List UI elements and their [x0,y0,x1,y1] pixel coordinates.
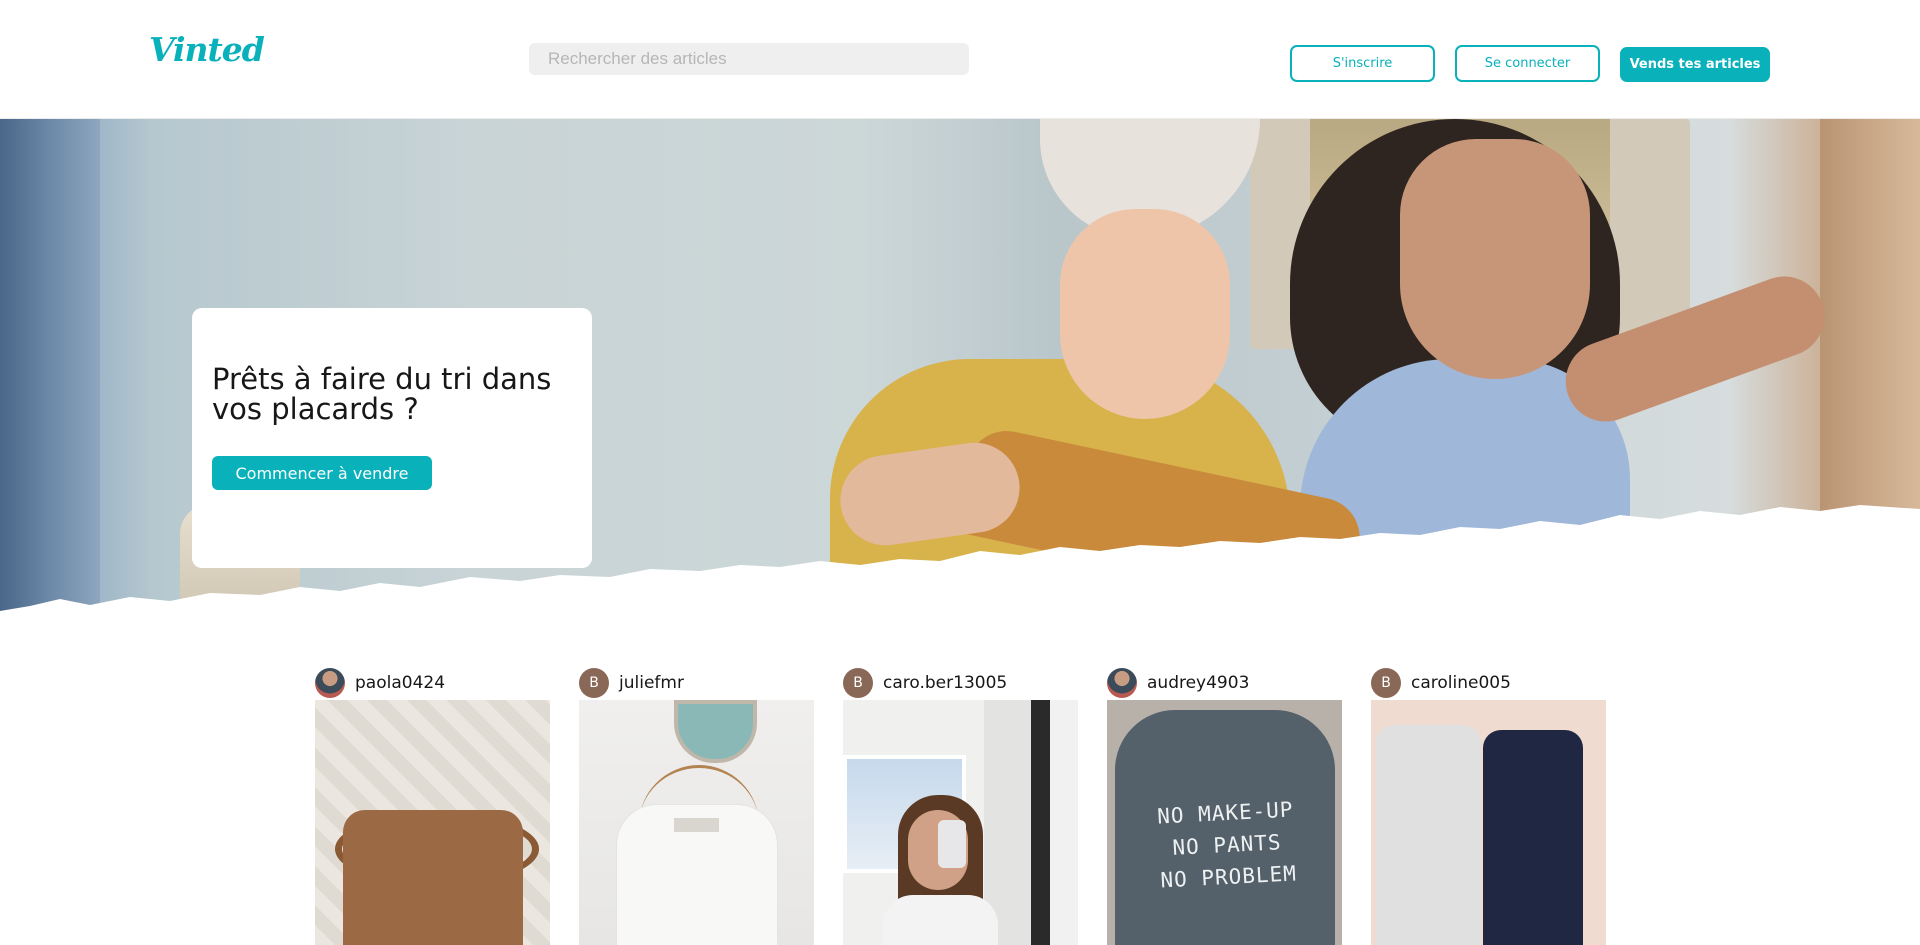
listing-card[interactable]: audrey4903 NO MAKE-UP NO PANTS NO PROBLE… [1107,666,1342,945]
start-selling-button[interactable]: Commencer à vendre [212,456,432,490]
listing-photo[interactable] [315,700,550,945]
listing-user[interactable]: audrey4903 [1107,666,1342,700]
hero-person-1-face [1060,209,1230,419]
vinted-logo[interactable]: Vinted [149,30,265,69]
sweatshirt-print: NO MAKE-UP NO PANTS NO PROBLEM [1125,792,1330,898]
login-button[interactable]: Se connecter [1455,45,1600,82]
username[interactable]: audrey4903 [1147,673,1249,693]
username[interactable]: paola0424 [355,673,445,693]
bag-shape [343,810,523,945]
mirror-shape [674,700,757,763]
listing-user[interactable]: B caro.ber13005 [843,666,1078,700]
avatar[interactable]: B [843,668,873,698]
top-header: Vinted S'inscrire Se connecter Vends tes… [0,0,1920,119]
avatar[interactable]: B [1371,668,1401,698]
sell-items-button[interactable]: Vends tes articles [1620,47,1770,82]
search-input[interactable] [529,43,969,75]
username[interactable]: caroline005 [1411,673,1511,693]
phone-shape [938,820,966,868]
listing-card[interactable]: B caroline005 [1371,666,1606,945]
grey-leggings-shape [1376,725,1481,945]
avatar[interactable] [1107,668,1137,698]
listing-photo[interactable] [579,700,814,945]
listing-user[interactable]: B juliefmr [579,666,814,700]
hero-title: Prêts à faire du tri dans vos placards ? [212,362,552,426]
tshirt-shape [883,895,998,945]
collar-label [674,818,719,832]
listing-card[interactable]: B juliefmr [579,666,814,945]
hero-banner: Prêts à faire du tri dans vos placards ?… [0,119,1920,619]
listing-user[interactable]: paola0424 [315,666,550,700]
username[interactable]: juliefmr [619,673,684,693]
listing-photo[interactable]: NO MAKE-UP NO PANTS NO PROBLEM [1107,700,1342,945]
listing-photo[interactable] [843,700,1078,945]
username[interactable]: caro.ber13005 [883,673,1007,693]
hero-person-2-face [1400,139,1590,379]
hero-card: Prêts à faire du tri dans vos placards ?… [192,308,592,568]
avatar[interactable]: B [579,668,609,698]
listing-card[interactable]: paola0424 [315,666,550,945]
listing-photo[interactable] [1371,700,1606,945]
hero-wall [1820,119,1920,519]
navy-leggings-shape [1483,730,1583,945]
avatar[interactable] [315,668,345,698]
listing-user[interactable]: B caroline005 [1371,666,1606,700]
listing-card[interactable]: B caro.ber13005 [843,666,1078,945]
signup-button[interactable]: S'inscrire [1290,45,1435,82]
